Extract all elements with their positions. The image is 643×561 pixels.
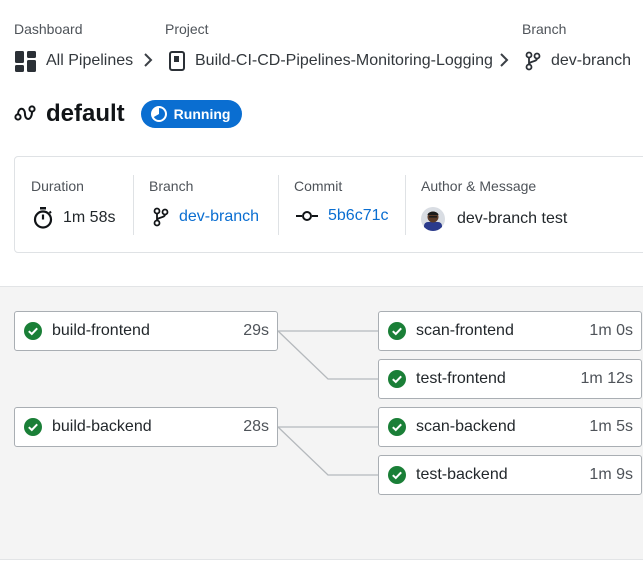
job-name: build-backend	[52, 418, 152, 435]
job-duration: 29s	[243, 322, 269, 339]
git-branch-icon	[525, 51, 541, 71]
breadcrumb-dashboard-link[interactable]: All Pipelines	[15, 50, 133, 72]
job-name: test-frontend	[416, 370, 506, 387]
job-scan-backend[interactable]: scan-backend 1m 5s	[378, 407, 642, 447]
commit-link[interactable]: 5b6c71c	[296, 207, 389, 225]
breadcrumb-dashboard-heading: Dashboard	[14, 21, 83, 37]
chevron-right-icon	[144, 53, 153, 67]
chevron-right-icon	[500, 53, 509, 67]
commit-label: Commit	[294, 178, 343, 194]
job-name: scan-frontend	[416, 322, 514, 339]
repository-book-icon	[169, 51, 185, 71]
branch-label: Branch	[149, 178, 194, 194]
success-check-icon	[388, 322, 406, 340]
branch-value: dev-branch	[179, 208, 260, 225]
dashboard-grid-icon	[15, 50, 36, 72]
page-title: default	[46, 100, 125, 127]
connector-line	[277, 330, 378, 380]
job-duration: 1m 12s	[580, 370, 633, 387]
duration-label: Duration	[31, 178, 84, 194]
connector-line	[277, 426, 378, 476]
success-check-icon	[24, 322, 42, 340]
branch-link[interactable]: dev-branch	[153, 207, 259, 227]
job-build-backend[interactable]: build-backend 28s	[14, 407, 278, 447]
job-duration: 1m 9s	[589, 466, 633, 483]
pipeline-icon	[14, 105, 36, 121]
job-test-frontend[interactable]: test-frontend 1m 12s	[378, 359, 642, 399]
breadcrumb-branch-link[interactable]: dev-branch	[525, 50, 631, 72]
commit-value: 5b6c71c	[328, 207, 389, 224]
duration-value: 1m 58s	[63, 209, 116, 226]
breadcrumb-project-heading: Project	[165, 21, 209, 37]
author-value-row: dev-branch test	[421, 207, 567, 231]
pipeline-summary-card: Duration 1m 58s Branch dev-branch Commit	[14, 156, 643, 253]
job-duration: 1m 5s	[589, 418, 633, 435]
author-label: Author & Message	[421, 178, 537, 194]
duration-value-row: 1m 58s	[33, 207, 115, 229]
success-check-icon	[388, 466, 406, 484]
pipeline-graph: build-frontend 29s build-backend 28s sca…	[0, 286, 643, 560]
pipeline-header: default Running	[14, 98, 243, 130]
job-name: build-frontend	[52, 322, 150, 339]
stopwatch-icon	[33, 207, 53, 229]
breadcrumb-project-link[interactable]: Build-CI-CD-Pipelines-Monitoring-Logging	[169, 50, 493, 72]
duration-field: Duration 1m 58s	[15, 157, 133, 254]
status-badge-label: Running	[173, 106, 231, 122]
branch-field: Branch dev-branch	[133, 157, 278, 254]
job-name: test-backend	[416, 466, 508, 483]
git-branch-icon	[153, 207, 169, 227]
success-check-icon	[388, 370, 406, 388]
author-field: Author & Message dev-branch test	[405, 157, 643, 254]
breadcrumb-branch-label: dev-branch	[551, 52, 632, 69]
job-duration: 28s	[243, 418, 269, 435]
job-test-backend[interactable]: test-backend 1m 9s	[378, 455, 642, 495]
job-duration: 1m 0s	[589, 322, 633, 339]
status-badge: Running	[140, 100, 243, 128]
breadcrumb-dashboard-label: All Pipelines	[46, 52, 134, 69]
job-scan-frontend[interactable]: scan-frontend 1m 0s	[378, 311, 642, 351]
breadcrumb-project-label: Build-CI-CD-Pipelines-Monitoring-Logging	[195, 52, 493, 69]
commit-icon	[296, 211, 318, 221]
success-check-icon	[24, 418, 42, 436]
commit-field: Commit 5b6c71c	[278, 157, 405, 254]
running-progress-icon	[150, 106, 167, 122]
avatar	[421, 207, 445, 231]
success-check-icon	[388, 418, 406, 436]
commit-message: dev-branch test	[457, 210, 568, 227]
job-name: scan-backend	[416, 418, 516, 435]
breadcrumb-branch-heading: Branch	[522, 21, 567, 37]
job-build-frontend[interactable]: build-frontend 29s	[14, 311, 278, 351]
